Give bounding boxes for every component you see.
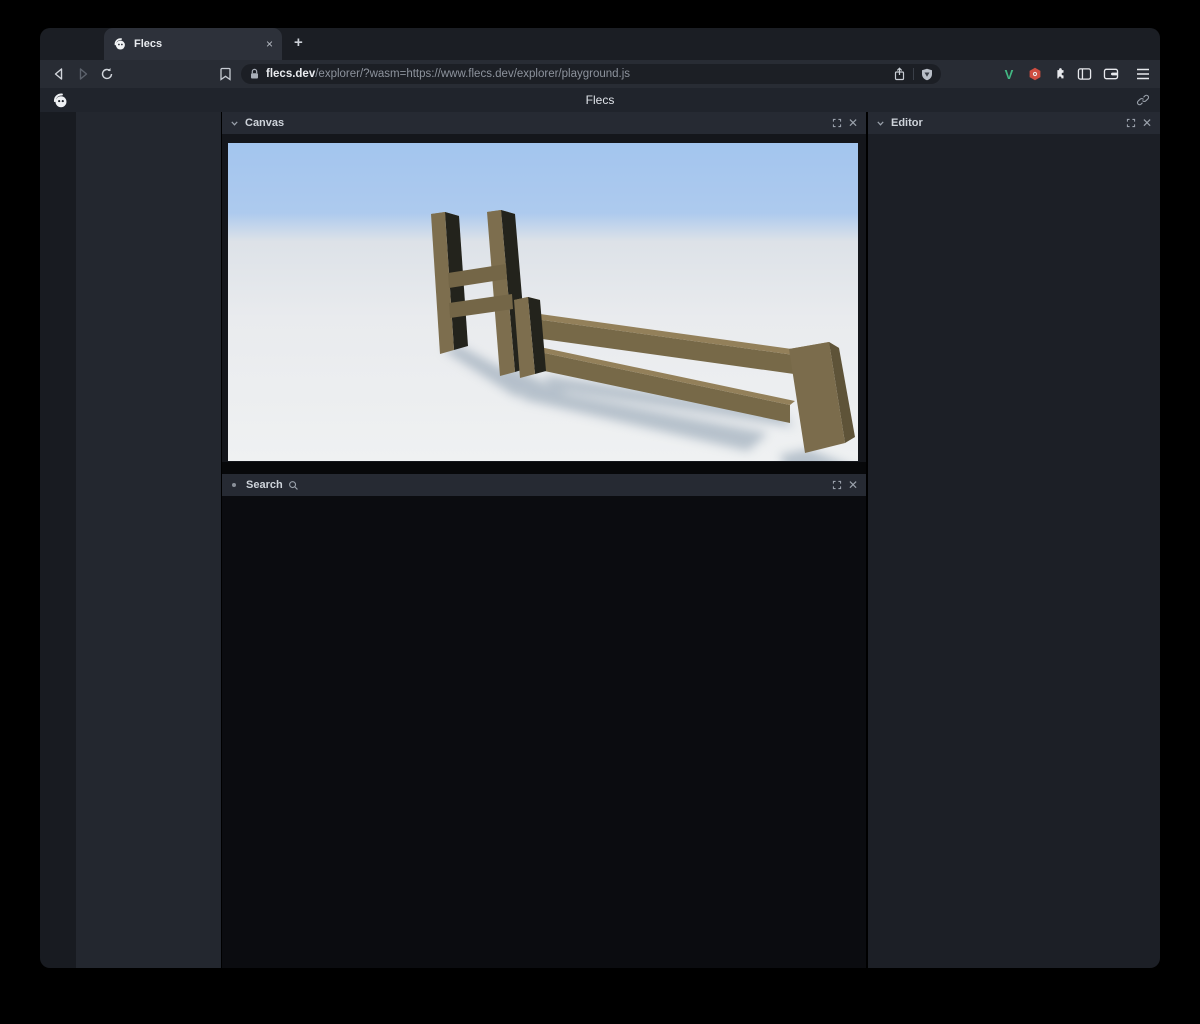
editor-panel: Editor ✕ [866, 112, 1160, 968]
search-panel: Search ✕ [222, 474, 866, 968]
collapsed-bullet-icon[interactable] [232, 483, 236, 487]
canvas-panel: Canvas ✕ [222, 112, 866, 462]
close-window-button[interactable] [55, 39, 65, 49]
canvas-body [222, 134, 866, 462]
url-domain: flecs.dev [266, 68, 316, 80]
minimize-window-button[interactable] [72, 39, 82, 49]
search-panel-title: Search [246, 479, 283, 491]
lock-icon [249, 68, 260, 80]
zoom-window-button[interactable] [89, 39, 99, 49]
wallet-icon[interactable] [1102, 65, 1120, 83]
fullscreen-icon[interactable] [832, 480, 842, 490]
close-icon[interactable]: ✕ [848, 478, 858, 492]
fullscreen-icon[interactable] [832, 118, 842, 128]
editor-panel-header: Editor ✕ [868, 112, 1160, 134]
vue-devtools-icon[interactable]: V [1000, 65, 1018, 83]
browser-tab-bar: Flecs × + [40, 28, 1160, 60]
tab-favicon-flecs-logo [113, 37, 127, 51]
editor-panel-title: Editor [891, 117, 923, 129]
close-icon[interactable]: ✕ [1142, 116, 1152, 130]
url-path: /explorer/?wasm=https://www.flecs.dev/ex… [315, 68, 631, 80]
chevron-down-icon[interactable] [230, 119, 239, 128]
browser-tab[interactable]: Flecs × [104, 28, 282, 60]
3d-viewport[interactable] [228, 143, 858, 461]
url-bar[interactable]: flecs.dev/explorer/?wasm=https://www.fle… [241, 64, 941, 84]
bookmark-icon[interactable] [216, 65, 234, 83]
canvas-panel-title: Canvas [245, 117, 285, 129]
activity-bar [40, 112, 76, 968]
tab-close-icon[interactable]: × [266, 37, 273, 51]
new-tab-button[interactable]: + [294, 34, 303, 51]
browser-window: Flecs × + flecs.dev/explorer/?wasm=https… [40, 28, 1160, 968]
extensions-puzzle-icon[interactable] [1051, 65, 1069, 83]
menu-icon[interactable] [1134, 65, 1152, 83]
forward-button[interactable] [74, 65, 92, 83]
reload-button[interactable] [98, 65, 116, 83]
sidebar-toggle-icon[interactable] [1075, 65, 1093, 83]
canvas-panel-header: Canvas ✕ [222, 112, 866, 134]
close-icon[interactable]: ✕ [848, 116, 858, 130]
fullscreen-icon[interactable] [1126, 118, 1136, 128]
search-results-area [222, 496, 866, 968]
page-title: Flecs [585, 93, 615, 107]
traffic-lights [55, 39, 99, 49]
entity-tree [76, 112, 222, 968]
search-panel-header: Search ✕ [222, 474, 866, 496]
share-icon[interactable] [893, 67, 906, 81]
app-header: Flecs [40, 88, 1160, 112]
code-editor[interactable] [868, 134, 1160, 968]
brave-shield-icon[interactable] [921, 68, 933, 81]
divider [913, 68, 914, 80]
tab-title: Flecs [134, 38, 163, 50]
extension-badge-icon[interactable] [1026, 65, 1044, 83]
back-button[interactable] [50, 65, 68, 83]
link-icon[interactable] [1136, 93, 1150, 107]
search-icon [288, 480, 299, 491]
browser-nav-bar: flecs.dev/explorer/?wasm=https://www.fle… [40, 60, 1160, 88]
chevron-down-icon[interactable] [876, 119, 885, 128]
